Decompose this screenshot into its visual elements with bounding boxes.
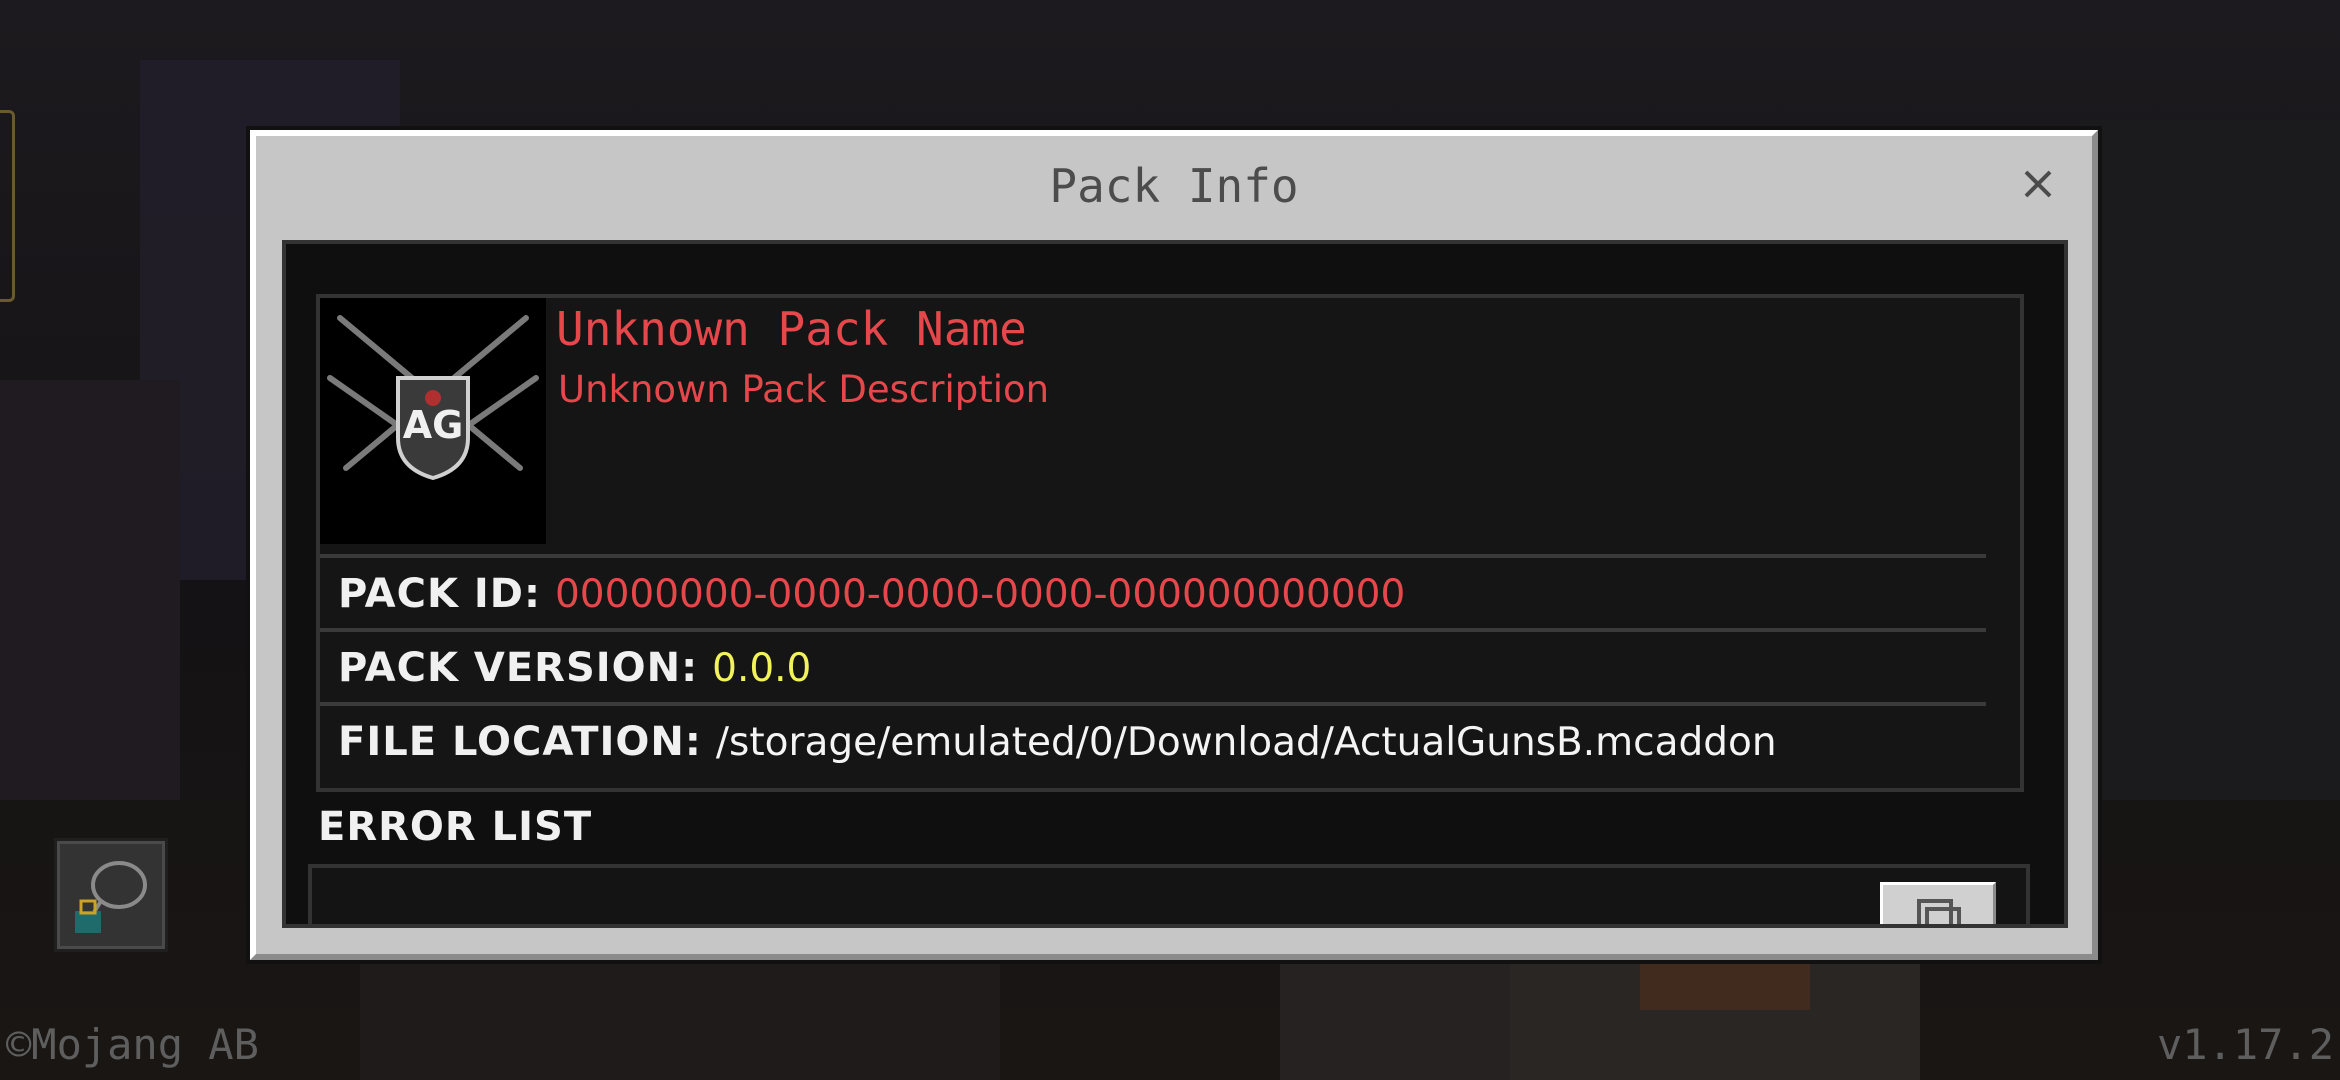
pack-version-label: PACK VERSION: <box>338 645 699 691</box>
pack-id-row: PACK ID: 00000000-0000-0000-0000-00000000… <box>338 564 1405 624</box>
side-tab-handle[interactable] <box>0 110 15 302</box>
copy-icon <box>1917 899 1961 924</box>
chat-icon <box>75 861 147 933</box>
pack-info-dialog: Pack Info AG Unknown Pack Name Unknown P… <box>250 130 2098 960</box>
file-location-value: /storage/emulated/0/Download/ActualGunsB… <box>715 720 1777 765</box>
divider <box>320 554 1986 558</box>
pack-name: Unknown Pack Name <box>556 302 1027 356</box>
background-block <box>2080 120 2340 800</box>
copyright-text: ©Mojang AB <box>6 1020 259 1069</box>
background-block <box>0 380 180 800</box>
background-block <box>1280 960 1510 1080</box>
pack-card: AG Unknown Pack Name Unknown Pack Descri… <box>316 294 2024 792</box>
pack-id-label: PACK ID: <box>338 571 541 617</box>
divider <box>320 702 1986 706</box>
pack-id-value: 00000000-0000-0000-0000-000000000000 <box>554 572 1406 617</box>
pack-logo-icon: AG <box>327 315 539 481</box>
close-button[interactable] <box>2018 164 2058 204</box>
close-icon <box>2024 170 2052 198</box>
pack-description: Unknown Pack Description <box>558 368 1050 411</box>
error-list-box[interactable] <box>308 864 2030 924</box>
error-list-heading: ERROR LIST <box>318 804 593 850</box>
divider <box>320 628 1986 632</box>
file-location-label: FILE LOCATION: <box>338 719 702 765</box>
pack-info-content: AG Unknown Pack Name Unknown Pack Descri… <box>282 240 2068 928</box>
chat-button[interactable] <box>54 838 168 952</box>
copy-errors-button[interactable] <box>1880 882 1996 924</box>
pack-logo-text: AG <box>403 403 464 447</box>
background-block <box>360 950 1000 1080</box>
dialog-title: Pack Info <box>1049 159 1299 213</box>
pack-icon: AG <box>320 298 546 544</box>
pack-version-row: PACK VERSION: 0.0.0 <box>338 638 811 698</box>
pack-version-value: 0.0.0 <box>712 646 812 691</box>
file-location-row: FILE LOCATION: /storage/emulated/0/Downlo… <box>338 712 1777 772</box>
version-text: v1.17.2 <box>2156 1020 2334 1069</box>
